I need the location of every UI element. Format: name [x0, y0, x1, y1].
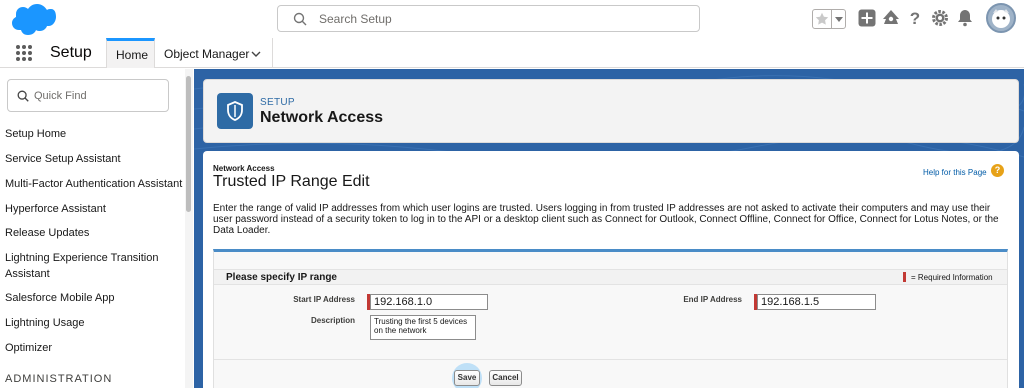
end-ip-input[interactable]: 192.168.1.5: [754, 294, 876, 310]
svg-text:?: ?: [910, 9, 920, 28]
quick-find-placeholder: Quick Find: [34, 90, 87, 102]
page-header-title: Network Access: [260, 109, 384, 126]
global-search[interactable]: Search Setup: [277, 5, 700, 32]
tab-object-manager[interactable]: Object Manager: [155, 38, 273, 68]
search-icon: [293, 12, 307, 26]
search-placeholder: Search Setup: [319, 12, 392, 26]
form-button-bar: [214, 359, 1007, 388]
help-for-this-page-link[interactable]: Help for this Page: [923, 168, 987, 177]
end-ip-label: End IP Address: [683, 295, 742, 304]
quick-find-input[interactable]: Quick Find: [7, 79, 169, 112]
salesforce-logo-icon[interactable]: [8, 3, 56, 37]
start-ip-label: Start IP Address: [293, 295, 355, 304]
app-launcher-icon[interactable]: [15, 44, 33, 62]
favorites-dropdown-icon[interactable]: [834, 13, 844, 25]
favorites-star-icon[interactable]: [814, 11, 830, 27]
description-label: Description: [310, 316, 355, 325]
cancel-button[interactable]: Cancel: [489, 370, 522, 386]
help-question-icon[interactable]: ?: [991, 164, 1004, 177]
breadcrumb: Network Access: [213, 164, 275, 173]
sidebar-item-release-updates[interactable]: Release Updates: [5, 225, 185, 241]
sidebar-item-service-setup-assistant[interactable]: Service Setup Assistant: [5, 151, 185, 167]
bell-icon[interactable]: [955, 8, 975, 28]
trailhead-icon[interactable]: [881, 8, 901, 28]
global-header: Search Setup ?: [0, 0, 1024, 38]
help-icon[interactable]: ?: [905, 8, 925, 28]
sidebar-scrollbar-thumb[interactable]: [186, 76, 191, 212]
sidebar-item-lightning-transition-assistant[interactable]: Lightning Experience Transition Assistan…: [5, 250, 175, 282]
astro-avatar-icon: [992, 9, 1010, 28]
sidebar-section-administration: ADMINISTRATION: [5, 373, 113, 385]
edit-panel: Network Access Trusted IP Range Edit Hel…: [203, 151, 1019, 388]
user-avatar[interactable]: [986, 3, 1016, 33]
sidebar-item-setup-home[interactable]: Setup Home: [5, 126, 185, 142]
sidebar-item-salesforce-mobile-app[interactable]: Salesforce Mobile App: [5, 290, 185, 306]
description-textarea[interactable]: Trusting the first 5 devices on the netw…: [370, 315, 476, 340]
main-content-area: SETUP Network Access Network Access Trus…: [194, 69, 1024, 388]
setup-sidebar: Quick Find Setup Home Service Setup Assi…: [0, 69, 193, 388]
sidebar-item-hyperforce-assistant[interactable]: Hyperforce Assistant: [5, 201, 185, 217]
add-icon[interactable]: [857, 8, 877, 28]
required-info-label: = Required Information: [911, 273, 993, 282]
form-section-header: Please specify IP range = Required Infor…: [214, 269, 1007, 285]
sidebar-item-mfa-assistant[interactable]: Multi-Factor Authentication Assistant: [5, 176, 185, 192]
tab-home-label: Home: [116, 48, 149, 62]
page-header-card: SETUP Network Access: [203, 79, 1019, 143]
search-icon: [17, 90, 29, 102]
page-header-subtitle: SETUP: [260, 97, 295, 108]
favorites-button[interactable]: [812, 9, 846, 29]
ip-range-form: Please specify IP range = Required Infor…: [213, 249, 1008, 388]
chevron-down-icon[interactable]: [250, 48, 262, 60]
tab-object-manager-label: Object Manager: [164, 47, 250, 61]
save-button[interactable]: Save: [454, 370, 480, 386]
favorites-divider: [831, 10, 832, 28]
tab-home[interactable]: Home: [106, 38, 155, 68]
app-name: Setup: [50, 44, 92, 61]
sidebar-item-lightning-usage[interactable]: Lightning Usage: [5, 315, 185, 331]
intro-text: Enter the range of valid IP addresses fr…: [213, 203, 999, 236]
form-section-title: Please specify IP range: [226, 272, 337, 283]
network-access-badge: [217, 93, 253, 129]
required-marker: [903, 272, 906, 282]
start-ip-input[interactable]: 192.168.1.0: [367, 294, 488, 310]
sidebar-item-optimizer[interactable]: Optimizer: [5, 340, 185, 356]
shield-icon: [227, 101, 243, 121]
gear-icon[interactable]: [930, 8, 950, 28]
page-title: Trusted IP Range Edit: [213, 173, 370, 190]
